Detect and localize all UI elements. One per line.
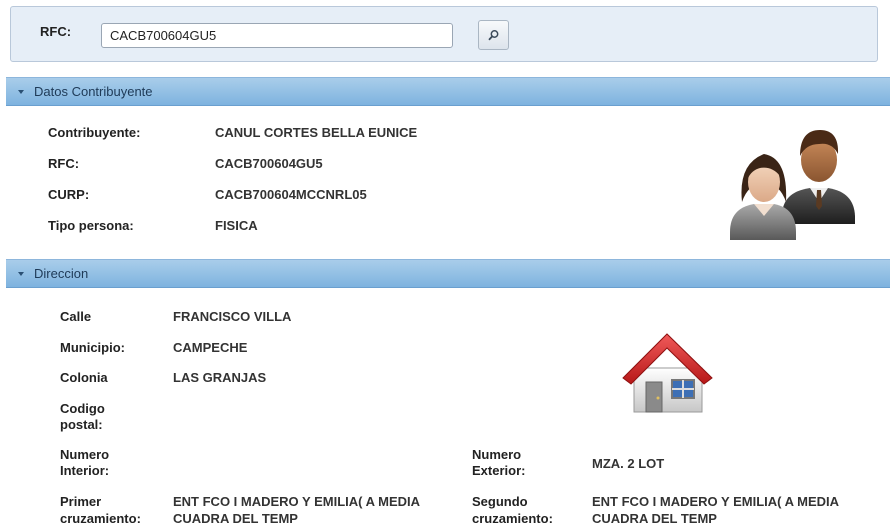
numero-exterior-label-line1: Numero bbox=[472, 447, 522, 462]
curp-label: CURP: bbox=[48, 187, 90, 202]
rfc-search-label: RFC: bbox=[40, 24, 72, 39]
rfc-label: RFC: bbox=[48, 156, 80, 171]
contribuyente-label: Contribuyente: bbox=[48, 125, 141, 140]
segundo-cruzamiento-label-line2: cruzamiento: bbox=[472, 511, 553, 526]
collapse-triangle-icon bbox=[18, 89, 24, 94]
segundo-cruzamiento-value-line2: CUADRA DEL TEMP bbox=[592, 511, 717, 526]
primer-cruzamiento-label-line2: cruzamiento: bbox=[60, 511, 141, 526]
search-icon bbox=[488, 30, 498, 41]
numero-exterior-label-line2: Exterior: bbox=[472, 463, 526, 478]
section-title: Datos Contribuyente bbox=[34, 84, 153, 99]
search-button[interactable] bbox=[478, 20, 509, 50]
calle-label: Calle bbox=[60, 309, 92, 324]
codigo-postal-label-line2: postal: bbox=[60, 417, 103, 432]
numero-exterior-value: MZA. 2 LOT bbox=[592, 456, 665, 471]
section-header-datos-contribuyente[interactable]: Datos Contribuyente bbox=[6, 77, 890, 106]
section-header-direccion[interactable]: Direccion bbox=[6, 259, 890, 288]
rfc-value: CACB700604GU5 bbox=[215, 156, 323, 171]
people-icon bbox=[730, 130, 855, 240]
codigo-postal-label-line1: Codigo bbox=[60, 401, 105, 416]
house-icon bbox=[622, 333, 713, 413]
primer-cruzamiento-label-line1: Primer bbox=[60, 494, 102, 509]
contribuyente-value: CANUL CORTES BELLA EUNICE bbox=[215, 125, 418, 140]
colonia-label: Colonia bbox=[60, 370, 108, 385]
collapse-triangle-icon bbox=[18, 271, 24, 276]
tipo-persona-label: Tipo persona: bbox=[48, 218, 134, 233]
rfc-search-input[interactable] bbox=[101, 23, 453, 48]
colonia-value: LAS GRANJAS bbox=[173, 370, 267, 385]
segundo-cruzamiento-value-line1: ENT FCO I MADERO Y EMILIA( A MEDIA bbox=[592, 494, 840, 509]
numero-interior-label-line1: Numero bbox=[60, 447, 110, 462]
curp-value: CACB700604MCCNRL05 bbox=[215, 187, 367, 202]
section-title: Direccion bbox=[34, 266, 89, 281]
segundo-cruzamiento-label-line1: Segundo bbox=[472, 494, 528, 509]
search-panel: RFC: bbox=[10, 6, 878, 62]
primer-cruzamiento-value-line1: ENT FCO I MADERO Y EMILIA( A MEDIA bbox=[173, 494, 421, 509]
primer-cruzamiento-value-line2: CUADRA DEL TEMP bbox=[173, 511, 298, 526]
calle-value: FRANCISCO VILLA bbox=[173, 309, 292, 324]
tipo-persona-value: FISICA bbox=[215, 218, 258, 233]
municipio-value: CAMPECHE bbox=[173, 340, 248, 355]
municipio-label: Municipio: bbox=[60, 340, 125, 355]
numero-interior-label-line2: Interior: bbox=[60, 463, 110, 478]
